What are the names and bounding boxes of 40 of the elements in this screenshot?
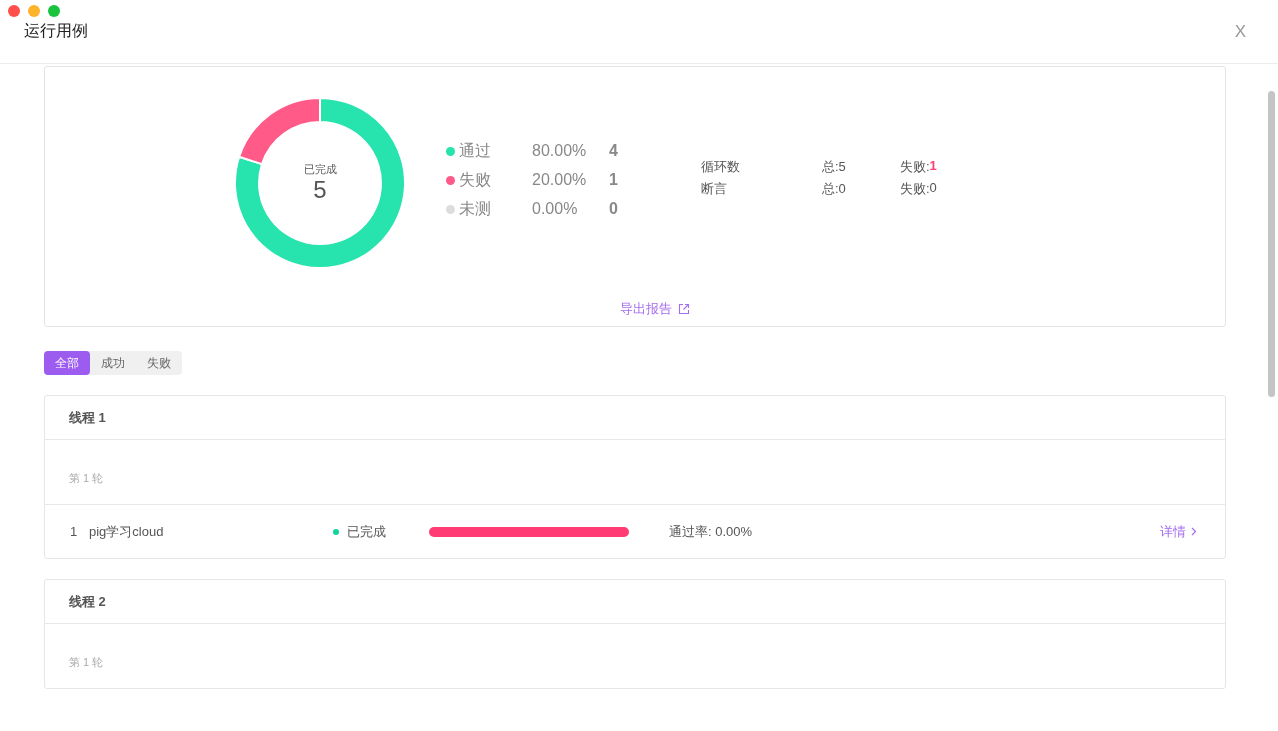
case-name: pig学习cloud [89, 522, 165, 541]
minimize-window-button[interactable] [28, 5, 40, 17]
stat-total: 总:0 [821, 180, 847, 198]
stat-fail-label: 失败: [899, 180, 930, 198]
stat-label: 循环数 [700, 158, 741, 176]
stat-total: 总:5 [821, 158, 847, 176]
round-label: 第 1 轮 [69, 655, 104, 670]
stat-label: 断言 [700, 180, 728, 198]
round-label: 第 1 轮 [69, 471, 104, 486]
window-title: 运行用例 [24, 21, 88, 41]
thread-title: 线程 1 [69, 408, 106, 427]
stat-fail-value: 0 [929, 180, 937, 197]
center-value: 5 [313, 177, 327, 204]
center-label: 已完成 [303, 162, 337, 178]
legend-count: 1 [609, 171, 618, 189]
legend-percent: 0.00% [532, 200, 579, 218]
legend-percent: 20.00% [532, 171, 588, 189]
export-report-link[interactable]: 导出报告 [620, 300, 672, 318]
filter-tab[interactable]: 全部 [44, 351, 90, 375]
stat-fail-label: 失败: [899, 158, 930, 176]
legend-count: 0 [609, 200, 618, 218]
legend-percent: 80.00% [532, 142, 588, 160]
thread-title: 线程 2 [69, 592, 106, 611]
close-button[interactable]: X [1226, 21, 1254, 42]
external-link-icon[interactable] [678, 303, 690, 315]
pass-rate-text: 通过率: 0.00% [669, 522, 753, 541]
legend-label: 失败 [459, 169, 492, 190]
scrollbar-thumb[interactable] [1268, 91, 1275, 397]
zoom-window-button[interactable] [48, 5, 60, 17]
close-window-button[interactable] [8, 5, 20, 17]
chevron-right-icon[interactable] [1191, 527, 1197, 536]
filter-tab[interactable]: 成功 [90, 351, 136, 375]
legend-label: 通过 [459, 140, 492, 161]
case-status: 已完成 [347, 522, 387, 541]
details-link[interactable]: 详情 [1160, 522, 1186, 541]
legend-label: 未测 [459, 198, 492, 219]
case-index: 1 [70, 524, 79, 539]
stat-fail-value: 1 [929, 158, 937, 175]
filter-tab[interactable]: 失败 [136, 351, 182, 375]
legend-count: 4 [609, 142, 618, 160]
